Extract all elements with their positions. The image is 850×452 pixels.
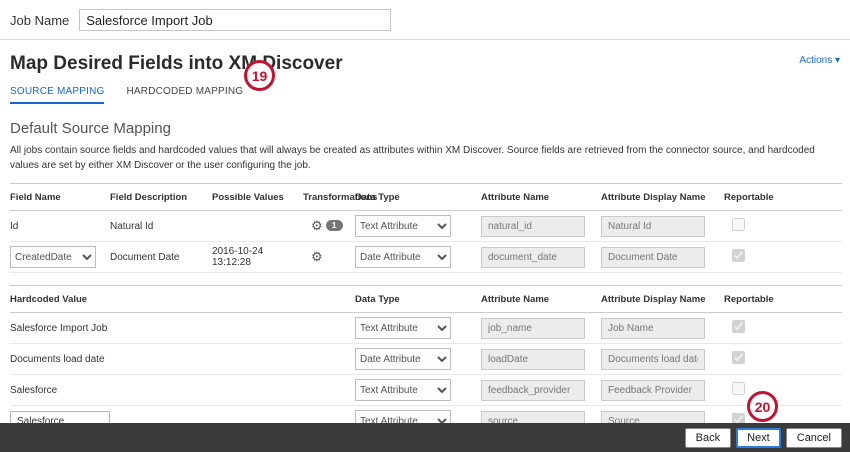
reportable-checkbox <box>732 218 745 231</box>
cancel-button[interactable]: Cancel <box>786 428 842 448</box>
reportable-cell <box>724 249 842 265</box>
connector-mapping-page: Job Name Map Desired Fields into XM Disc… <box>0 0 850 452</box>
attribute-name-cell <box>481 216 601 237</box>
reportable-cell <box>724 320 842 336</box>
hardcoded-value-cell: Documents load date <box>10 354 355 365</box>
footer-bar: Back Next Cancel <box>0 423 850 452</box>
field-description-cell: Document Date <box>110 252 212 263</box>
reportable-checkbox <box>732 249 745 262</box>
tab-source-mapping[interactable]: SOURCE MAPPING <box>10 86 104 104</box>
col-data-type: Data Type <box>355 184 481 210</box>
col-field-name: Field Name <box>10 184 110 210</box>
field-name-cell: Id <box>10 221 110 232</box>
col-field-description: Field Description <box>110 184 212 210</box>
reportable-checkbox <box>732 382 745 395</box>
attribute-name-cell <box>481 247 601 268</box>
transformation-count-badge: 1 <box>326 220 343 231</box>
job-name-input[interactable] <box>79 9 391 31</box>
field-description-cell: Natural Id <box>110 221 212 232</box>
attribute-name-input <box>481 318 585 339</box>
attribute-display-name-cell <box>601 380 724 401</box>
data-type-cell: Date Attribute <box>355 348 481 370</box>
attribute-display-name-input <box>601 380 705 401</box>
data-type-cell: Text Attribute <box>355 215 481 237</box>
data-type-cell: Date Attribute <box>355 246 481 268</box>
data-type-select[interactable]: Date Attribute <box>355 348 451 370</box>
attribute-display-name-cell <box>601 349 724 370</box>
col-attribute-name: Attribute Name <box>481 184 601 210</box>
reportable-checkbox <box>732 351 745 364</box>
data-type-select[interactable]: Text Attribute <box>355 215 451 237</box>
data-type-select[interactable]: Date Attribute <box>355 246 451 268</box>
table-row: Salesforce Text Attribute <box>10 375 842 406</box>
table-row: Documents load date Date Attribute <box>10 344 842 375</box>
col-transformations: Transformations <box>303 184 355 210</box>
attribute-name-input <box>481 216 585 237</box>
col-hardcoded-value: Hardcoded Value <box>10 286 355 312</box>
attribute-display-name-input <box>601 318 705 339</box>
section-description: All jobs contain source fields and hardc… <box>10 143 834 173</box>
job-name-row: Job Name <box>0 0 850 39</box>
attribute-display-name-cell <box>601 216 724 237</box>
col-data-type: Data Type <box>355 286 481 312</box>
gear-icon[interactable]: ⚙ <box>311 218 323 234</box>
annotation-step-19: 19 <box>244 60 275 91</box>
col-attribute-name: Attribute Name <box>481 286 601 312</box>
field-name-cell: CreatedDate <box>10 246 110 268</box>
reportable-cell <box>724 382 842 398</box>
hardcoded-table-header: Hardcoded Value Data Type Attribute Name… <box>10 285 842 313</box>
top-divider <box>0 39 850 40</box>
reportable-cell <box>724 351 842 367</box>
field-name-select[interactable]: CreatedDate <box>10 246 96 268</box>
attribute-display-name-cell <box>601 318 724 339</box>
col-reportable: Reportable <box>724 286 842 312</box>
col-possible-values: Possible Values <box>212 184 303 210</box>
col-attribute-display-name: Attribute Display Name <box>601 286 724 312</box>
source-table-header: Field Name Field Description Possible Va… <box>10 183 842 211</box>
attribute-name-cell <box>481 380 601 401</box>
reportable-cell <box>724 218 842 234</box>
col-reportable: Reportable <box>724 184 842 210</box>
attribute-name-input <box>481 247 585 268</box>
transformations-cell: ⚙1 <box>303 218 355 234</box>
attribute-display-name-input <box>601 216 705 237</box>
gear-icon[interactable]: ⚙ <box>311 249 323 265</box>
hardcoded-value-cell: Salesforce Import Job <box>10 323 355 334</box>
possible-values-cell: 2016-10-24 13:12:28 <box>212 246 303 268</box>
data-type-select[interactable]: Text Attribute <box>355 379 451 401</box>
transformations-cell: ⚙ <box>303 249 355 265</box>
col-attribute-display-name: Attribute Display Name <box>601 184 724 210</box>
data-type-cell: Text Attribute <box>355 379 481 401</box>
annotation-step-20: 20 <box>747 391 778 422</box>
mapping-tabs: SOURCE MAPPING HARDCODED MAPPING <box>10 86 840 104</box>
attribute-display-name-cell <box>601 247 724 268</box>
attribute-name-input <box>481 349 585 370</box>
table-row: Salesforce Import Job Text Attribute <box>10 313 842 344</box>
header-row: Map Desired Fields into XM Discover Acti… <box>10 53 840 75</box>
table-gap <box>0 273 850 285</box>
reportable-checkbox <box>732 320 745 333</box>
table-row: CreatedDate Document Date 2016-10-24 13:… <box>10 242 842 273</box>
actions-menu-link[interactable]: Actions ▾ <box>799 55 840 66</box>
back-button[interactable]: Back <box>685 428 731 448</box>
tab-hardcoded-mapping[interactable]: HARDCODED MAPPING <box>126 86 243 104</box>
attribute-name-input <box>481 380 585 401</box>
table-row: Id Natural Id ⚙1 Text Attribute <box>10 211 842 242</box>
hardcoded-value-cell: Salesforce <box>10 385 355 396</box>
job-name-label: Job Name <box>10 13 69 28</box>
page-title: Map Desired Fields into XM Discover <box>10 53 343 75</box>
section-title: Default Source Mapping <box>10 120 840 137</box>
next-button[interactable]: Next <box>736 428 781 448</box>
attribute-display-name-input <box>601 247 705 268</box>
data-type-select[interactable]: Text Attribute <box>355 317 451 339</box>
attribute-name-cell <box>481 349 601 370</box>
attribute-display-name-input <box>601 349 705 370</box>
attribute-name-cell <box>481 318 601 339</box>
data-type-cell: Text Attribute <box>355 317 481 339</box>
